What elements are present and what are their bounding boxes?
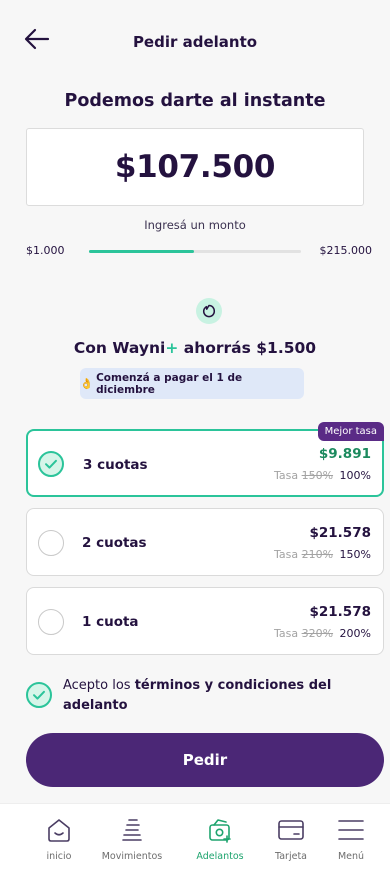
option-label: 3 cuotas [83,457,148,473]
nav-item-movimientos[interactable]: Movimientos [93,816,171,862]
option-rate: Tasa 210% 150% [274,548,371,561]
nav-label: inicio [46,851,72,862]
nav-item-menu[interactable]: Menú [312,816,390,862]
option-amount: $21.578 [309,604,372,620]
amount-hint: Ingresá un monto [144,218,246,232]
menu-icon [338,820,364,840]
card-icon [278,820,304,840]
option-rate: Tasa 150% 100% [274,469,371,482]
savings-text: Con Wayni+ ahorrás $1.500 [0,339,390,357]
rate-word: Tasa [273,548,299,561]
savings-suffix: ahorrás $1.500 [178,339,317,357]
submit-button[interactable]: Pedir [26,733,384,787]
amount-input[interactable]: $107.500 [26,128,364,206]
advance-icon [209,819,231,843]
rate-old: 320% [301,627,334,640]
home-icon [48,819,70,842]
slider-max-label: $215.000 [319,244,373,257]
terms-text: Acepto los términos y condiciones del ad… [63,676,363,716]
installment-option-2[interactable]: 2 cuotas $21.578 Tasa 210% 150% [26,508,384,576]
option-rate: Tasa 320% 200% [274,627,371,640]
option-amount: $21.578 [309,525,372,541]
pay-start-chip: 👌 Comenzá a pagar el 1 de diciembre [80,368,304,399]
option-label: 2 cuotas [82,535,147,551]
rate-old: 210% [301,548,334,561]
wayni-icon [196,298,222,324]
headline: Podemos darte al instante [64,91,326,111]
terms-checkbox[interactable] [26,682,52,708]
rate-word: Tasa [273,627,299,640]
option-amount: $9.891 [318,446,371,462]
list-icon [122,819,142,841]
rate-word: Tasa [273,469,299,482]
best-rate-badge: Mejor tasa [317,422,384,441]
nav-label: Menú [337,851,365,862]
option-label: 1 cuota [82,614,139,630]
terms-prefix: Acepto los [63,678,135,693]
pay-start-text: Comenzá a pagar el 1 de diciembre [96,371,243,396]
slider-fill[interactable] [89,250,195,253]
radio-unselected[interactable] [38,530,64,556]
ok-hand-icon: 👌 [80,378,94,390]
nav-label: Adelantos [196,851,244,862]
wayni-plus: + [165,339,179,357]
check-icon [45,459,57,469]
installment-option-1[interactable]: 1 cuota $21.578 Tasa 320% 200% [26,587,384,655]
radio-unselected[interactable] [38,609,64,635]
rate-new: 100% [339,469,371,482]
nav-item-adelantos[interactable]: Adelantos [181,816,259,862]
installment-option-3[interactable]: Mejor tasa 3 cuotas $9.891 Tasa 150% 100… [26,422,384,497]
radio-selected[interactable] [38,451,64,477]
rate-old: 150% [301,469,334,482]
slider-min-label: $1.000 [26,244,65,257]
savings-prefix: Con Wayni [73,339,166,357]
rate-new: 150% [339,548,371,561]
amount-slider[interactable] [89,250,301,253]
nav-label: Movimientos [101,851,163,862]
nav-item-inicio[interactable]: inicio [20,816,98,862]
amount-value: $107.500 [114,149,276,185]
rate-new: 200% [339,627,371,640]
page-title: Pedir adelanto [132,33,258,51]
check-icon [33,690,45,700]
